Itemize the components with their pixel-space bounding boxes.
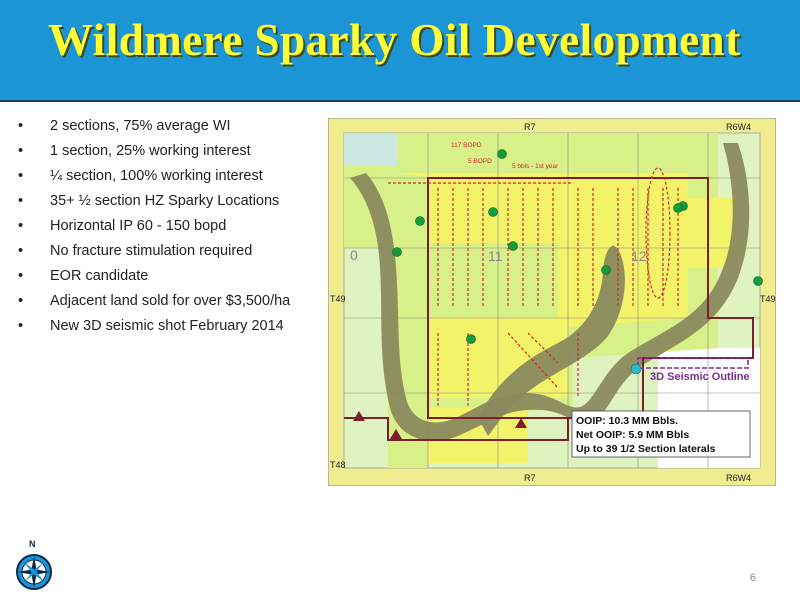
section-label-left: 0	[350, 247, 358, 263]
bullet-item: • Adjacent land sold for over $3,500/ha	[18, 293, 291, 309]
bullet-item: • 1 section, 25% working interest	[18, 143, 251, 159]
info-line: Up to 39 1/2 Section laterals	[576, 443, 716, 455]
bullet-dot: •	[18, 193, 24, 209]
bullet-item: • New 3D seismic shot February 2014	[18, 318, 284, 334]
bullet-dot: •	[18, 318, 24, 334]
well-annotation: 117 BOPD	[451, 142, 482, 149]
township-label-left: T49	[330, 294, 346, 304]
compass-rose: N	[12, 538, 56, 601]
page-number: 6	[749, 572, 756, 584]
well	[415, 216, 425, 226]
bullet-dot: •	[18, 143, 24, 159]
land-map-svg: R7 R6W4 R7 R6W4 T49 T49 T48 0 11 12 117 …	[328, 118, 776, 486]
bullet-dot: •	[18, 218, 24, 234]
range-label-bottom: R7	[524, 473, 536, 483]
well	[601, 265, 611, 275]
range-label-bottom-right: R6W4	[726, 473, 751, 483]
range-label-top: R7	[524, 122, 536, 132]
well	[466, 334, 476, 344]
section-label-right: 12	[631, 248, 647, 264]
well	[673, 203, 683, 213]
seismic-well	[630, 363, 642, 375]
range-label-top-right: R6W4	[726, 122, 751, 132]
bullet-dot: •	[18, 243, 24, 259]
section-label-mid: 11	[488, 248, 503, 264]
compass-north-label: N	[29, 539, 36, 549]
well	[392, 247, 402, 257]
well-annotation: 5 bbls - 1st year	[512, 163, 559, 170]
land-map: R7 R6W4 R7 R6W4 T49 T49 T48 0 11 12 117 …	[328, 118, 776, 486]
bullet-item: • Horizontal IP 60 - 150 bopd	[18, 218, 227, 234]
bullet-dot: •	[18, 168, 24, 184]
seismic-outline-label: 3D Seismic Outline	[650, 371, 750, 383]
well	[488, 207, 498, 217]
bullet-item: • ¼ section, 100% working interest	[18, 168, 263, 184]
compass-icon: N	[16, 539, 52, 590]
bullet-item: • EOR candidate	[18, 268, 149, 284]
well	[753, 276, 763, 286]
title-bar: Wildmere Sparky Oil Development	[0, 0, 800, 102]
bullet-item: • No fracture stimulation required	[18, 243, 253, 259]
slide-title: Wildmere Sparky Oil Development	[48, 15, 741, 65]
well	[508, 241, 518, 251]
water-area	[344, 133, 398, 166]
well	[497, 149, 507, 159]
well-annotation: 5 BOPD	[468, 158, 492, 165]
bullet-item: • 35+ ½ section HZ Sparky Locations	[18, 193, 280, 209]
township-label-bottom-left: T48	[330, 460, 346, 470]
township-label-right: T49	[760, 294, 776, 304]
bullet-dot: •	[18, 268, 24, 284]
bullet-dot: •	[18, 118, 24, 134]
info-line: OOIP: 10.3 MM Bbls.	[576, 415, 678, 427]
info-line: Net OOIP: 5.9 MM Bbls	[576, 429, 689, 441]
bullet-list: • 2 sections, 75% average WI • 1 section, …	[18, 118, 318, 343]
bullet-item: • 2 sections, 75% average WI	[18, 118, 231, 134]
bullet-dot: •	[18, 293, 24, 309]
